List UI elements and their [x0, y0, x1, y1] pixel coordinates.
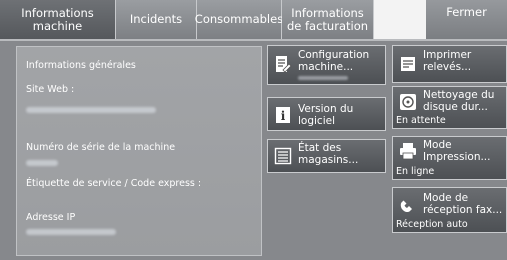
etat-magasins-button[interactable]: État des magasins...	[267, 139, 386, 173]
ip-label: Adresse IP	[26, 212, 76, 223]
site-web-label: Site Web :	[26, 84, 75, 95]
tab-informations-facturation[interactable]: Informations de facturation	[282, 0, 374, 39]
tab-bar: Informations machine Incidents Consommab…	[0, 0, 507, 41]
tab-consommables[interactable]: Consommables	[195, 0, 283, 39]
nettoyage-disque-label: Nettoyage du disque dur...	[423, 89, 495, 113]
info-heading: Informations générales	[26, 60, 136, 71]
tab-incidents[interactable]: Incidents	[116, 0, 197, 39]
etat-magasins-label: État des magasins...	[298, 142, 359, 166]
serial-label: Numéro de série de la machine	[26, 142, 176, 153]
version-logiciel-label: Version du logiciel	[298, 103, 354, 127]
configuration-machine-label: Configuration machine...	[298, 49, 370, 73]
report-icon	[401, 57, 415, 71]
impression-status: En ligne	[396, 166, 435, 177]
mode-reception-fax-button[interactable]: Mode de réception fax... Réception auto	[392, 187, 507, 233]
list-icon	[274, 147, 292, 165]
nettoyage-disque-button[interactable]: Nettoyage du disque dur... En attente	[392, 86, 507, 129]
config-sub-redacted	[298, 76, 348, 80]
printer-icon	[400, 143, 416, 160]
disk-icon	[400, 94, 416, 110]
version-logiciel-button[interactable]: i Version du logiciel	[267, 97, 386, 131]
mode-impression-button[interactable]: Mode Impression... En ligne	[392, 136, 507, 180]
tab-blank	[374, 0, 426, 39]
imprimer-releves-label: Imprimer relevés...	[423, 49, 472, 73]
mode-reception-fax-label: Mode de réception fax...	[423, 192, 503, 216]
ip-value-redacted	[26, 229, 116, 235]
configuration-machine-button[interactable]: Configuration machine...	[267, 45, 386, 85]
serial-value-redacted	[26, 160, 58, 166]
general-info-panel: Informations générales Site Web : Numéro…	[16, 46, 262, 256]
info-icon: i	[276, 107, 290, 123]
machine-status-screen: Informations machine Incidents Consommab…	[0, 0, 507, 260]
site-web-value-redacted	[26, 107, 156, 113]
imprimer-releves-button[interactable]: Imprimer relevés...	[392, 45, 507, 83]
mode-impression-label: Mode Impression...	[423, 139, 491, 163]
fax-status: Réception auto	[396, 219, 468, 230]
phone-icon	[400, 200, 412, 213]
nettoyage-status: En attente	[396, 115, 446, 126]
svg-text:i: i	[281, 109, 286, 123]
config-icon	[276, 56, 292, 73]
close-button[interactable]: Fermer	[426, 0, 507, 39]
service-tag-label: Étiquette de service / Code express :	[26, 178, 202, 189]
tab-informations-machine[interactable]: Informations machine	[0, 0, 116, 39]
